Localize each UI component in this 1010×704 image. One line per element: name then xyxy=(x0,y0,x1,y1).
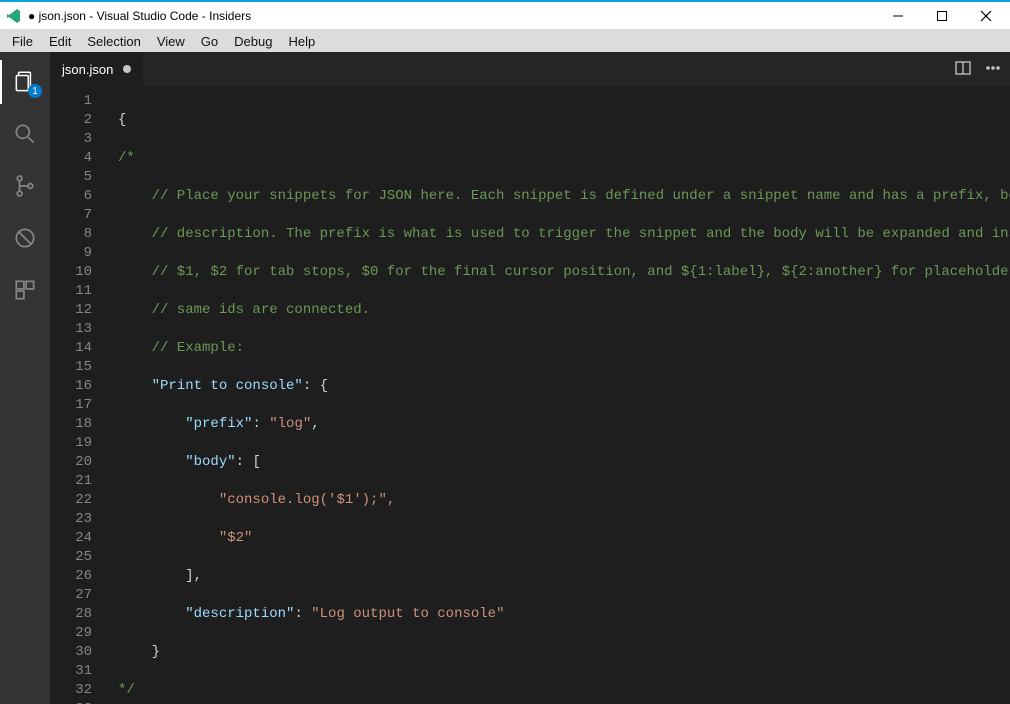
line-number: 24 xyxy=(50,529,92,548)
line-number: 32 xyxy=(50,681,92,700)
menu-debug[interactable]: Debug xyxy=(226,34,280,49)
activity-extensions[interactable] xyxy=(0,268,50,312)
activity-bar: 1 xyxy=(0,52,50,704)
explorer-badge: 1 xyxy=(28,84,42,98)
line-number: 21 xyxy=(50,472,92,491)
activity-source-control[interactable] xyxy=(0,164,50,208)
line-number: 20 xyxy=(50,453,92,472)
line-number: 5 xyxy=(50,168,92,187)
line-number: 27 xyxy=(50,586,92,605)
code-content: { /* // Place your snippets for JSON her… xyxy=(110,86,1010,704)
tab-bar: json.json xyxy=(50,52,1010,86)
line-number: 23 xyxy=(50,510,92,529)
tab-label: json.json xyxy=(62,62,113,77)
line-number: 15 xyxy=(50,358,92,377)
line-number: 11 xyxy=(50,282,92,301)
line-number: 13 xyxy=(50,320,92,339)
menu-edit[interactable]: Edit xyxy=(41,34,79,49)
line-number: 28 xyxy=(50,605,92,624)
line-number: 25 xyxy=(50,548,92,567)
line-number: 4 xyxy=(50,149,92,168)
tab-actions xyxy=(954,52,1010,86)
line-number: 1 xyxy=(50,92,92,111)
line-number: 2 xyxy=(50,111,92,130)
window-controls xyxy=(886,4,1004,28)
line-number: 30 xyxy=(50,643,92,662)
titlebar: ● json.json - Visual Studio Code - Insid… xyxy=(0,2,1010,30)
line-number: 29 xyxy=(50,624,92,643)
window-title: ● json.json - Visual Studio Code - Insid… xyxy=(28,9,886,23)
line-number: 17 xyxy=(50,396,92,415)
vscode-icon xyxy=(6,8,22,24)
modified-dot-icon xyxy=(123,65,131,73)
menu-selection[interactable]: Selection xyxy=(79,34,148,49)
maximize-button[interactable] xyxy=(930,4,954,28)
line-number: 26 xyxy=(50,567,92,586)
line-number: 22 xyxy=(50,491,92,510)
activity-debug[interactable] xyxy=(0,216,50,260)
line-number: 10 xyxy=(50,263,92,282)
line-number: 8 xyxy=(50,225,92,244)
editor-area: json.json 123456789101112131415161718192… xyxy=(50,52,1010,704)
line-number: 16 xyxy=(50,377,92,396)
line-number: 19 xyxy=(50,434,92,453)
minimize-button[interactable] xyxy=(886,4,910,28)
menubar: File Edit Selection View Go Debug Help xyxy=(0,30,1010,52)
line-number: 12 xyxy=(50,301,92,320)
line-number-gutter: 1234567891011121314151617181920212223242… xyxy=(50,86,110,704)
line-number: 7 xyxy=(50,206,92,225)
split-editor-icon[interactable] xyxy=(954,59,972,80)
menu-view[interactable]: View xyxy=(149,34,193,49)
menu-help[interactable]: Help xyxy=(280,34,323,49)
code-editor[interactable]: 1234567891011121314151617181920212223242… xyxy=(50,86,1010,704)
close-button[interactable] xyxy=(974,4,998,28)
menu-go[interactable]: Go xyxy=(193,34,226,49)
line-number: 31 xyxy=(50,662,92,681)
menu-file[interactable]: File xyxy=(4,34,41,49)
line-number: 6 xyxy=(50,187,92,206)
tab-json[interactable]: json.json xyxy=(50,52,144,86)
line-number: 3 xyxy=(50,130,92,149)
line-number: 18 xyxy=(50,415,92,434)
activity-explorer[interactable]: 1 xyxy=(0,60,50,104)
line-number: 14 xyxy=(50,339,92,358)
line-number: 33 xyxy=(50,700,92,704)
more-icon[interactable] xyxy=(984,59,1002,80)
activity-search[interactable] xyxy=(0,112,50,156)
line-number: 9 xyxy=(50,244,92,263)
